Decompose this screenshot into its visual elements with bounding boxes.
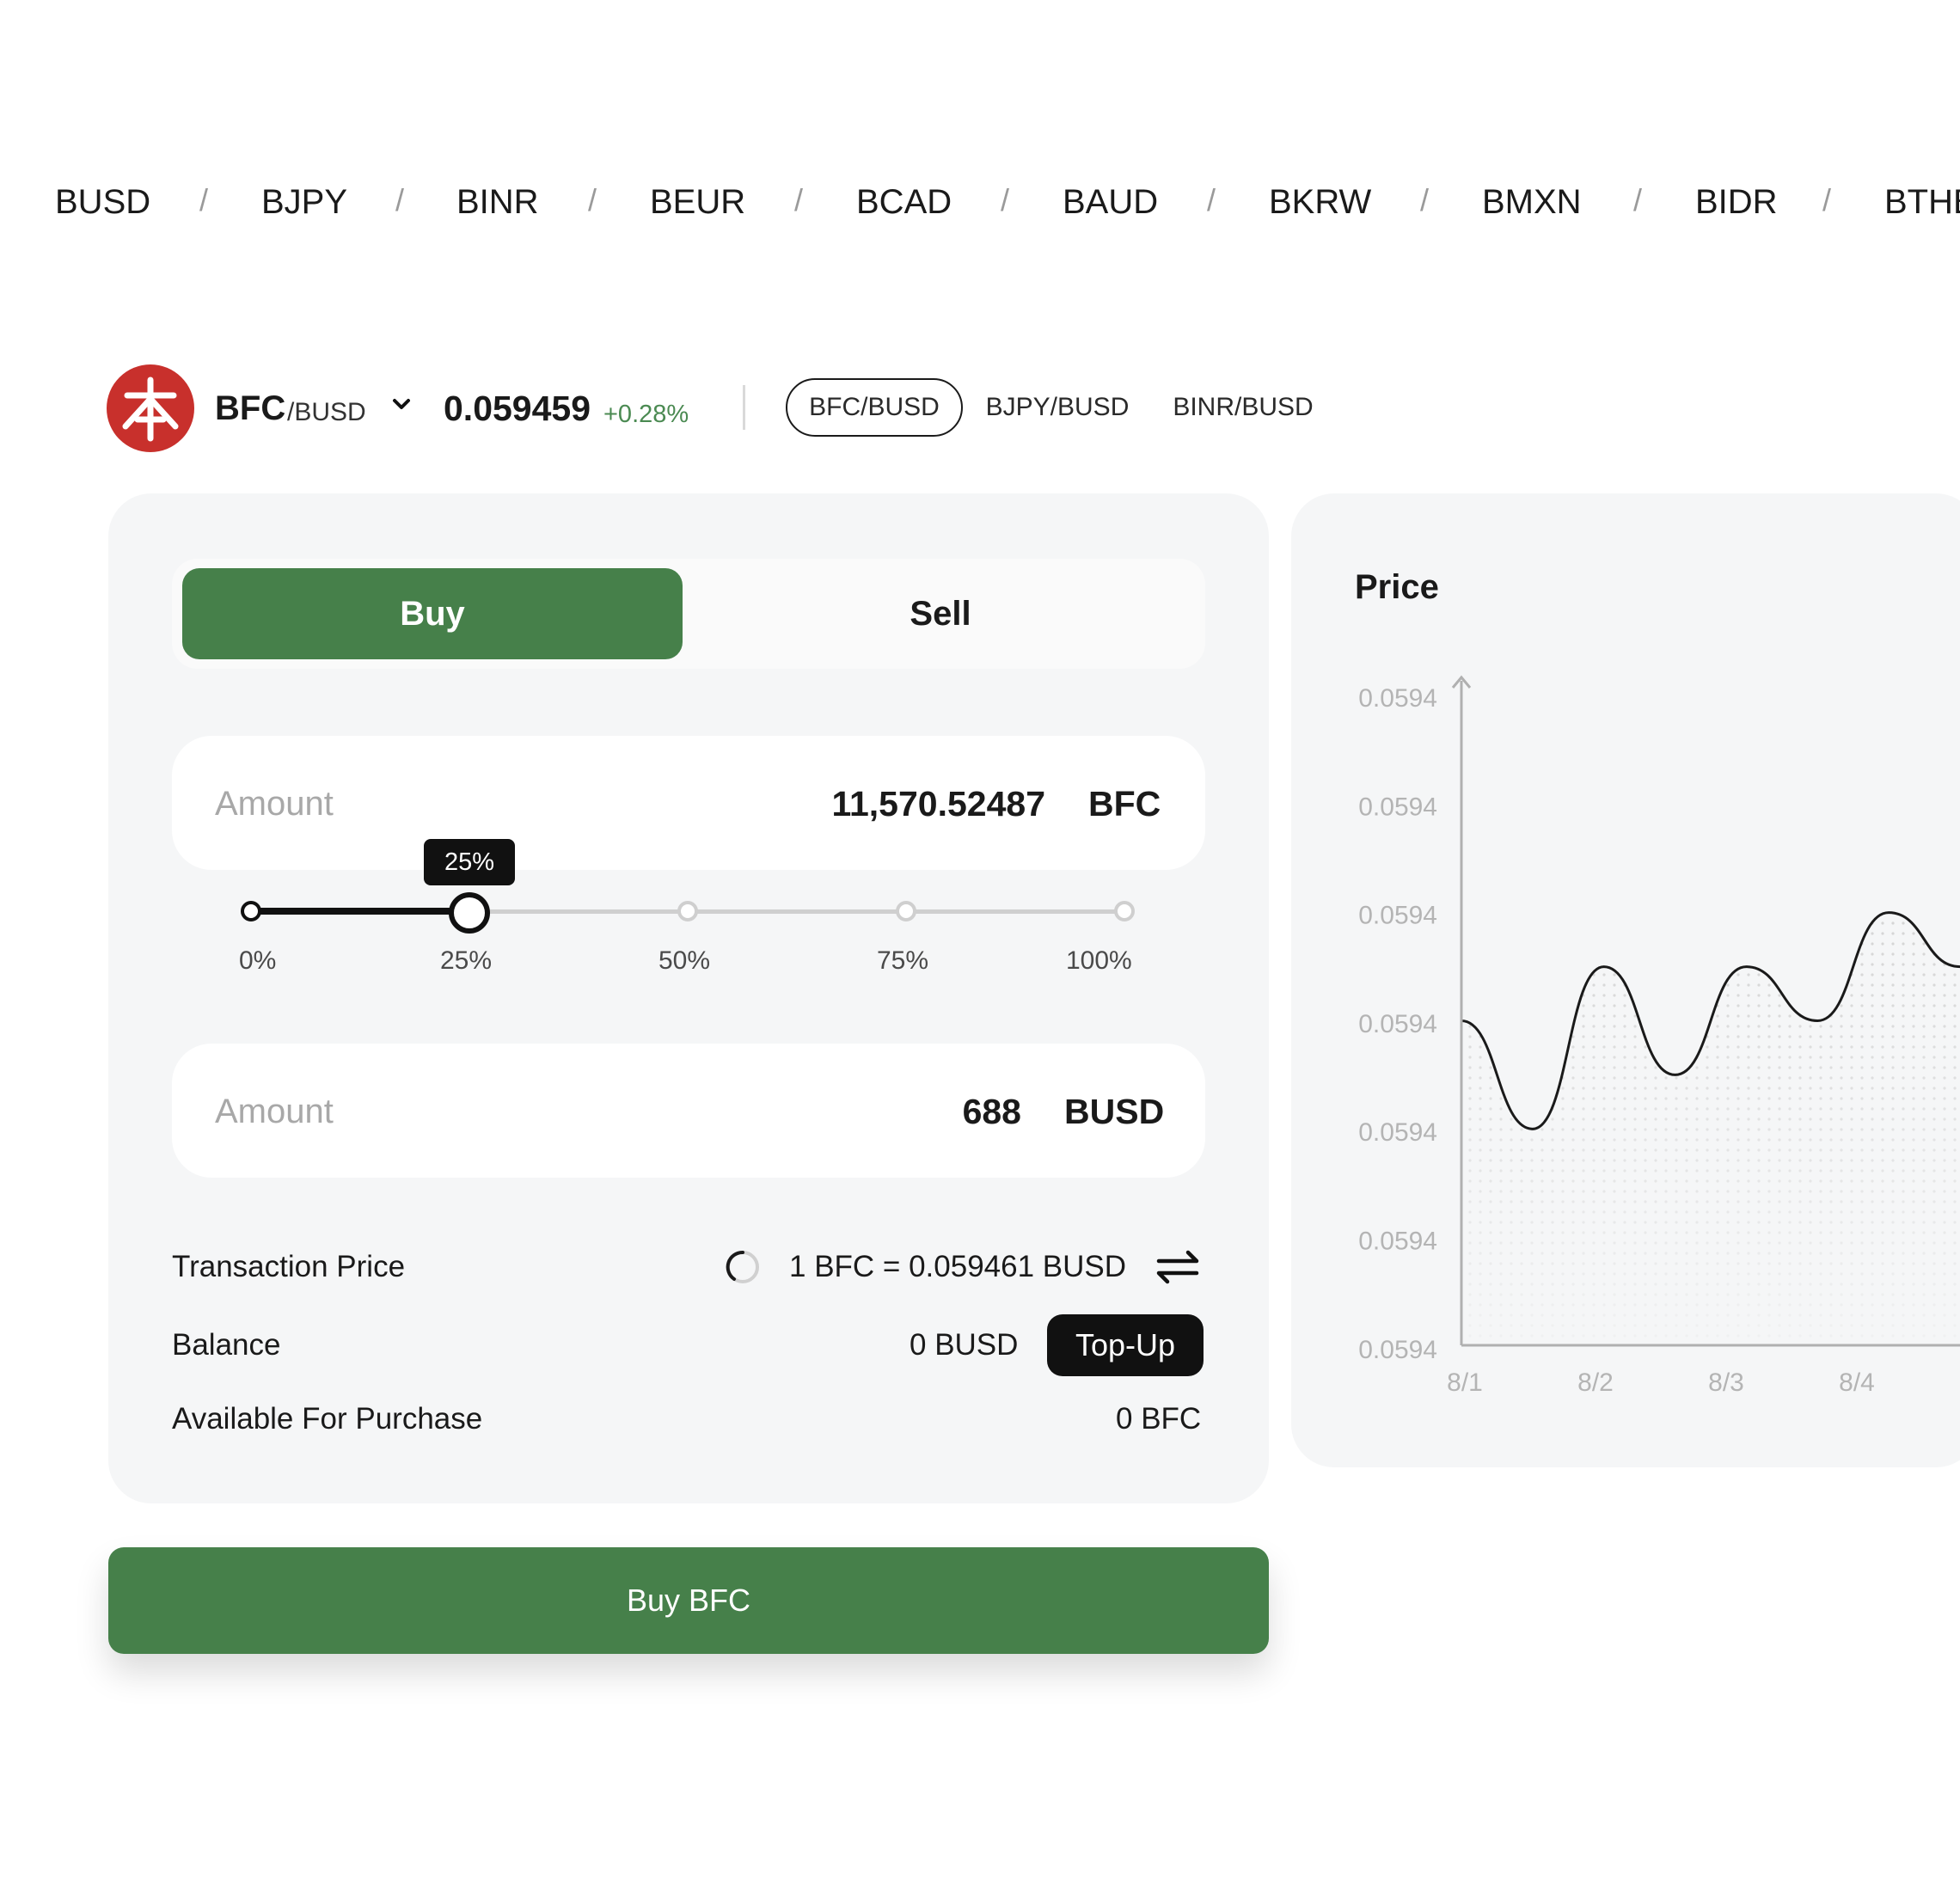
price-chart: 0.0594 0.0594 0.0594 0.0594 0.0594 0.0594 0.05… (1358, 675, 1960, 1397)
y-tick-label: 0.0594 (1358, 902, 1437, 930)
y-tick-label: 0.0594 (1358, 1228, 1437, 1256)
y-tick-label: 0.0594 (1358, 1010, 1437, 1038)
x-tick-label: 8/3 (1708, 1368, 1744, 1397)
x-tick-label: 8/1 (1447, 1368, 1483, 1397)
y-tick-label: 0.0594 (1358, 684, 1437, 713)
y-tick-label: 0.0594 (1358, 1118, 1437, 1147)
y-tick-label: 0.0594 (1358, 1336, 1437, 1364)
x-tick-label: 8/4 (1839, 1368, 1875, 1397)
x-tick-label: 8/2 (1577, 1368, 1614, 1397)
y-tick-label: 0.0594 (1358, 793, 1437, 821)
